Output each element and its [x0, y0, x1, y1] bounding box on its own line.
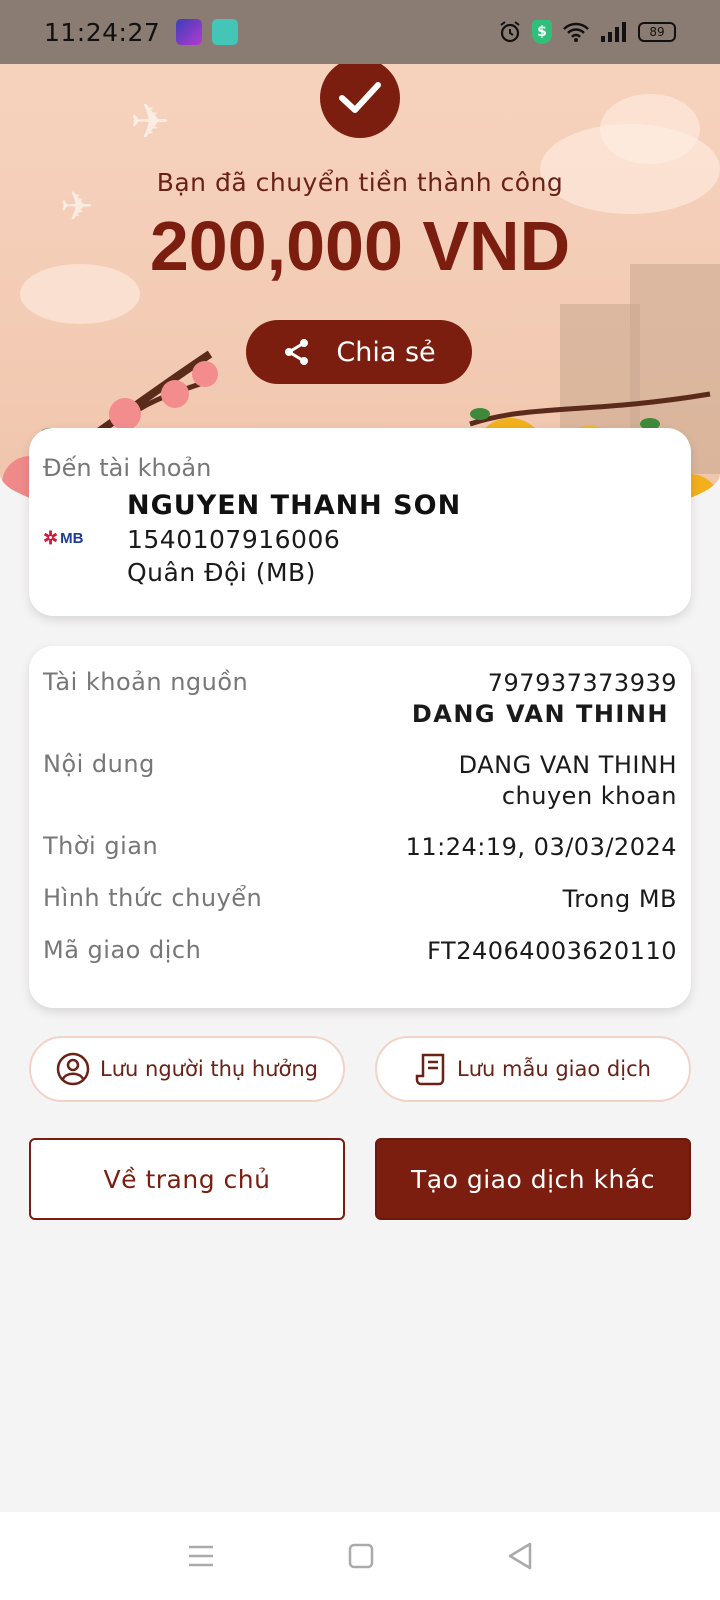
save-beneficiary-label: Lưu người thụ hưởng	[100, 1057, 318, 1081]
detail-row-method: Hình thức chuyển Trong MB	[43, 884, 677, 936]
success-check-icon	[320, 64, 400, 138]
user-icon	[56, 1052, 90, 1086]
transaction-id-label: Mã giao dịch	[43, 936, 202, 964]
share-button[interactable]: Chia sẻ	[246, 320, 472, 384]
recipient-bank: Quân Đội (MB)	[127, 558, 316, 587]
recipient-card: Đến tài khoản ✲ MB NGUYEN THANH SON 15401…	[29, 428, 691, 616]
cloud-decoration	[600, 94, 700, 164]
transaction-details-card: Tài khoản nguồn 797937373939 DANG VAN TH…	[29, 646, 691, 1008]
success-title: Bạn đã chuyển tiền thành công	[156, 168, 564, 197]
detail-row-content: Nội dung DANG VAN THINH chuyen khoan	[43, 750, 677, 832]
time-value: 11:24:19, 03/03/2024	[405, 833, 677, 861]
save-template-button[interactable]: Lưu mẫu giao dịch	[375, 1036, 691, 1102]
detail-row-time: Thời gian 11:24:19, 03/03/2024	[43, 832, 677, 884]
source-name: DANG VAN THINH	[411, 700, 669, 728]
time-label: Thời gian	[43, 832, 159, 860]
transaction-id-value: FT24064003620110	[427, 937, 677, 965]
wifi-icon	[563, 22, 589, 42]
share-label: Chia sẻ	[336, 336, 436, 368]
content-line1: DANG VAN THINH	[458, 751, 677, 779]
status-time: 11:24:27	[44, 17, 161, 47]
method-label: Hình thức chuyển	[43, 884, 263, 912]
signal-icon	[601, 22, 626, 42]
shield-dollar-icon: $	[532, 20, 552, 44]
mb-bank-logo: ✲ MB	[43, 528, 84, 548]
recipient-name: NGUYEN THANH SON	[127, 490, 462, 521]
alarm-icon	[500, 21, 520, 43]
app-icon-2	[212, 19, 239, 45]
save-beneficiary-button[interactable]: Lưu người thụ hưởng	[29, 1036, 345, 1102]
detail-row-transaction-id: Mã giao dịch FT24064003620110	[43, 936, 677, 988]
recipient-account: 1540107916006	[127, 525, 341, 554]
menu-icon[interactable]	[186, 1543, 216, 1569]
content-label: Nội dung	[43, 750, 155, 778]
source-label: Tài khoản nguồn	[43, 668, 249, 696]
new-transaction-button[interactable]: Tạo giao dịch khác	[375, 1138, 691, 1220]
home-square-icon[interactable]	[347, 1542, 375, 1570]
bird-decoration: ✈	[130, 94, 171, 150]
home-button[interactable]: Về trang chủ	[29, 1138, 345, 1220]
share-icon	[285, 339, 309, 365]
method-value: Trong MB	[562, 885, 677, 913]
save-template-label: Lưu mẫu giao dịch	[457, 1057, 651, 1081]
content-line2: chuyen khoan	[501, 782, 677, 810]
battery-icon: 89	[638, 22, 676, 42]
detail-row-source: Tài khoản nguồn 797937373939 DANG VAN TH…	[43, 668, 677, 750]
app-icon-1	[176, 19, 203, 45]
transfer-amount: 200,000 VND	[149, 207, 571, 285]
back-icon[interactable]	[506, 1541, 534, 1571]
status-bar: 11:24:27 $ 89	[0, 0, 720, 64]
source-account: 797937373939	[487, 669, 677, 697]
system-nav-bar	[0, 1512, 720, 1600]
receipt-icon	[415, 1053, 445, 1086]
recipient-label: Đến tài khoản	[43, 454, 212, 482]
